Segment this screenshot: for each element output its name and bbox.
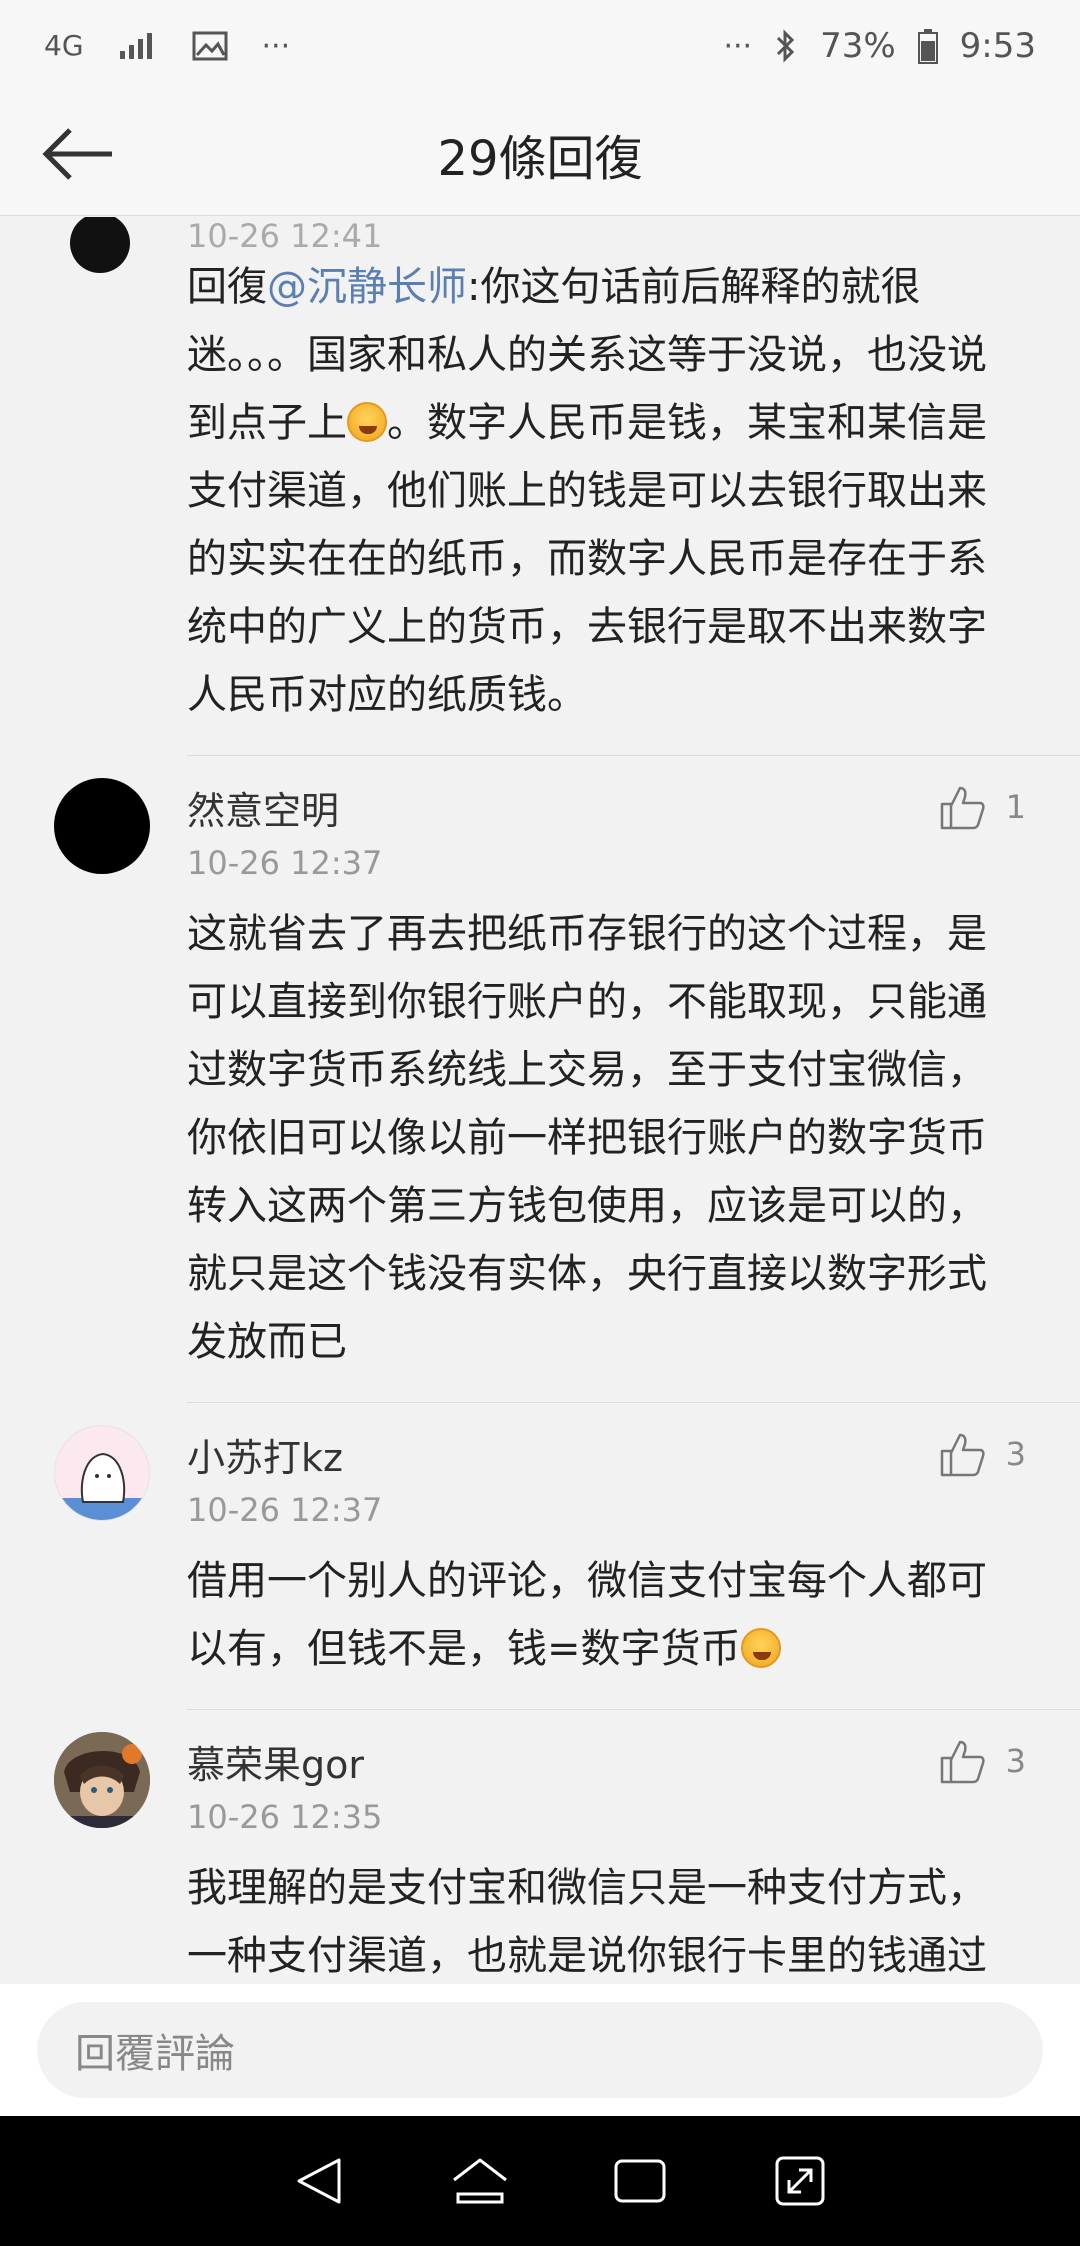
like-count: 1	[1005, 788, 1026, 826]
like-count: 3	[1005, 1435, 1026, 1473]
recents-icon	[614, 2159, 666, 2203]
avatar[interactable]	[54, 778, 150, 874]
system-expand-button[interactable]	[760, 2141, 840, 2221]
comment-author[interactable]: 小苏打kz	[187, 1427, 343, 1482]
mention-link[interactable]: @沉静长师	[267, 264, 467, 310]
thumbs-up-icon	[940, 1433, 985, 1477]
grin-emoji-icon	[347, 402, 387, 442]
home-icon	[453, 2158, 507, 2204]
comment-text: 我理解的是支付宝和微信只是一种支付方式，一种支付渠道，也就是说你银行卡里的钱通过	[187, 1865, 987, 1979]
comment-list[interactable]: 10-26 12:41 回復@沉静长师:你这句话前后解释的就很迷。。。国家和私人…	[0, 217, 1080, 1984]
avatar[interactable]	[54, 1732, 150, 1828]
bluetooth-icon	[777, 29, 795, 63]
signal-icon	[119, 33, 152, 59]
like-button[interactable]: 3	[938, 1738, 1026, 1784]
avatar[interactable]	[54, 1425, 150, 1521]
thumbs-up-icon	[940, 1740, 985, 1784]
comment-item: 然意空明 1 10-26 12:37 这就省去了再去把纸币存银行的这个过程，是可…	[0, 778, 1080, 1376]
like-button[interactable]: 1	[938, 784, 1026, 830]
thumbs-up-icon	[940, 786, 985, 830]
reply-comment-input[interactable]: 回覆評論	[37, 2002, 1043, 2098]
nav-bar: 29條回復	[0, 92, 1080, 216]
comment-text: 回復@沉静长师:你这句话前后解释的就很迷。。。国家和私人的关系这等于没说，也没说…	[187, 253, 1026, 729]
network-type-label: 4G	[44, 29, 84, 62]
expand-icon	[775, 2156, 825, 2206]
comment-time: 10-26 12:35	[187, 1798, 383, 1836]
comment-author[interactable]: 然意空明	[187, 780, 339, 835]
clock: 9:53	[959, 26, 1036, 66]
page-title: 29條回復	[437, 130, 643, 187]
image-icon	[192, 31, 228, 61]
comment-text-part: 。数字人民币是钱，某宝和某信是支付渠道，他们账上的钱是可以去银行取出来的实实在在…	[187, 400, 987, 718]
laughing-emoji-icon	[740, 1628, 781, 1668]
cartoon-avatar-icon	[55, 1452, 149, 1520]
system-home-button[interactable]	[440, 2141, 520, 2221]
comment-author[interactable]: 慕荣果gor	[187, 1734, 364, 1789]
comment-item: 小苏打kz 3 10-26 12:37 借用一个别人的评论，微信支付宝每个人都可…	[0, 1425, 1080, 1683]
arrow-left-icon	[42, 128, 112, 180]
anime-avatar-icon	[54, 1732, 150, 1828]
reply-comment: 10-26 12:41 回復@沉静长师:你这句话前后解释的就很迷。。。国家和私人…	[0, 217, 1080, 729]
status-bar: 4G ··· ··· 73% 9:53	[0, 0, 1080, 92]
comment-text: 借用一个别人的评论，微信支付宝每个人都可以有，但钱不是，钱=数字货币	[187, 1547, 1026, 1683]
battery-icon	[917, 29, 938, 64]
back-button[interactable]	[38, 118, 118, 190]
like-count: 3	[1005, 1742, 1026, 1780]
comment-text: 这就省去了再去把纸币存银行的这个过程，是可以直接到你银行账户的，不能取现，只能通…	[187, 911, 987, 1365]
battery-percent: 73%	[820, 26, 896, 66]
comment-time: 10-26 12:37	[187, 844, 383, 882]
avatar[interactable]	[70, 217, 130, 273]
more-dots-icon: ···	[261, 28, 291, 64]
reply-bar: 回覆評論	[0, 1984, 1080, 2116]
triangle-back-icon	[297, 2158, 341, 2204]
system-back-button[interactable]	[280, 2141, 360, 2221]
system-navigation-bar	[0, 2116, 1080, 2246]
like-button[interactable]: 3	[938, 1431, 1026, 1477]
system-recents-button[interactable]	[600, 2141, 680, 2221]
comment-time: 10-26 12:41	[187, 217, 383, 255]
comment-time: 10-26 12:37	[187, 1491, 383, 1529]
more-dots-icon-right: ···	[723, 28, 753, 64]
reply-prefix: 回復	[187, 264, 267, 310]
comment-item: 慕荣果gor 3 10-26 12:35 我理解的是支付宝和微信只是一种支付方式…	[0, 1732, 1080, 1984]
comment-text-part: 借用一个别人的评论，微信支付宝每个人都可以有，但钱不是，钱=数字货币	[187, 1558, 987, 1672]
